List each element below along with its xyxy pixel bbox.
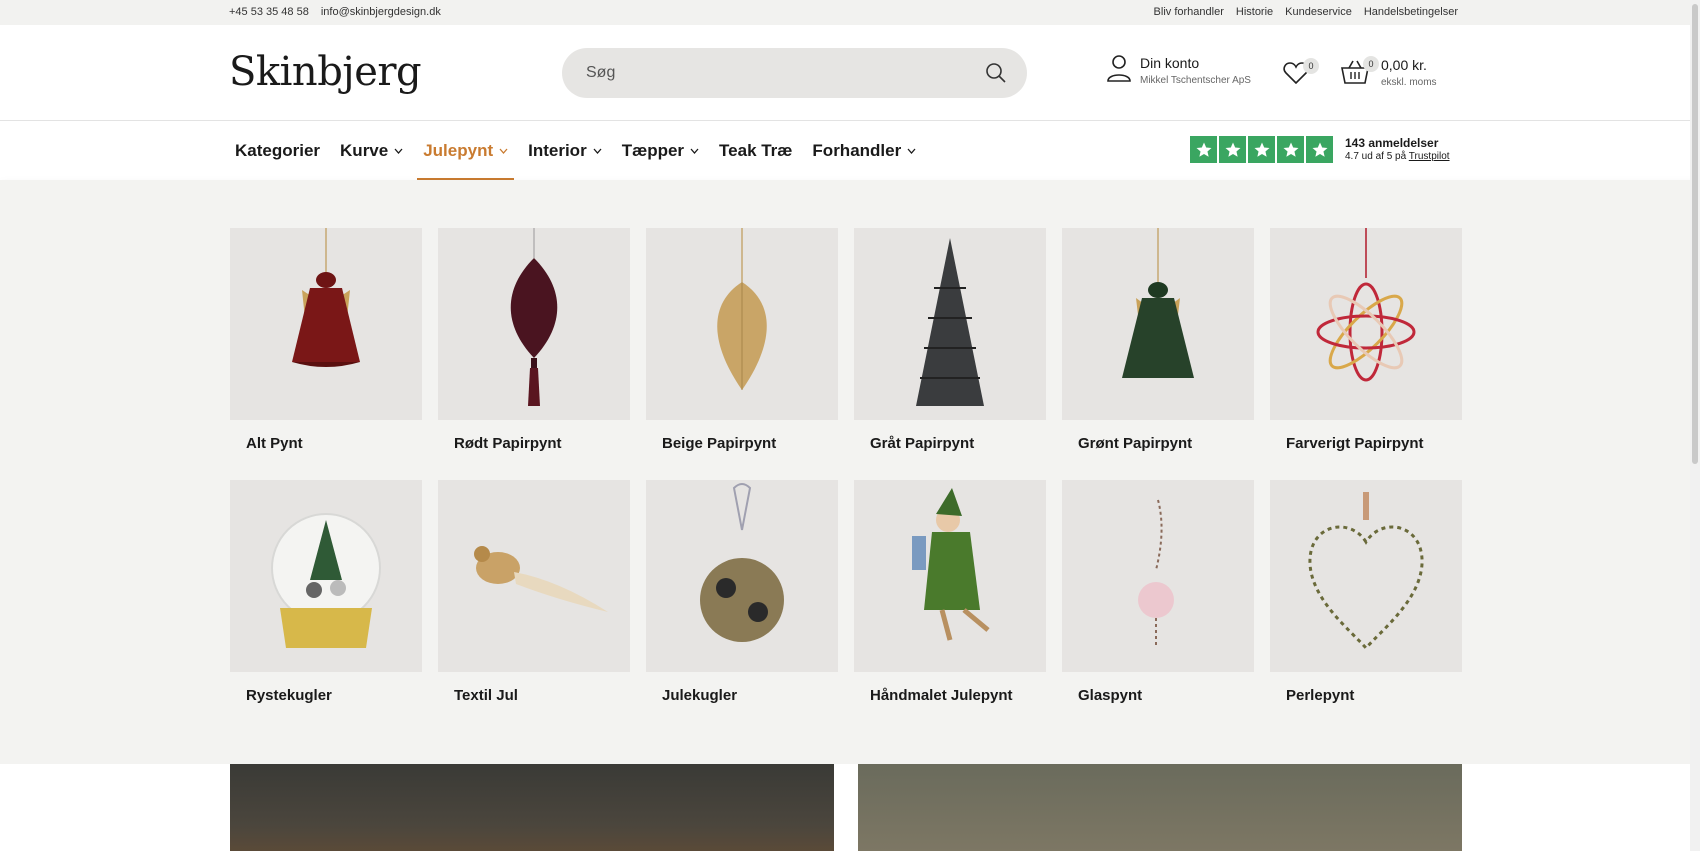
category-label: Beige Papirpynt (662, 435, 777, 452)
star-icon (1248, 136, 1275, 163)
snow-globe-icon (230, 480, 422, 672)
category-tile-farverigt-papirpynt[interactable]: Farverigt Papirpynt (1270, 228, 1462, 480)
category-label: Gråt Papirpynt (870, 435, 975, 452)
page-content-behind (0, 764, 1700, 851)
nav-label: Kurve (340, 140, 389, 160)
category-tile-haandmalet-julepynt[interactable]: Håndmalet Julepynt (854, 480, 1046, 732)
user-icon (1106, 54, 1132, 87)
email-link[interactable]: info@skinbjergdesign.dk (321, 6, 441, 18)
trustpilot-review-count: 143 anmeldelser (1345, 136, 1439, 150)
account-link[interactable]: Din konto Mikkel Tschentscher ApS (1106, 54, 1251, 94)
grey-paper-tree-icon (854, 228, 1046, 420)
julepynt-mega-menu: Alt Pynt Rødt Papirpynt Beige Papirpynt … (0, 180, 1700, 764)
cart-total: 0,00 kr. (1381, 57, 1427, 73)
trustpilot-link[interactable]: Trustpilot (1409, 151, 1450, 162)
category-tile-alt-pynt[interactable]: Alt Pynt (230, 228, 422, 480)
nav-item-forhandler[interactable]: Forhandler (806, 121, 922, 180)
nav-label: Kategorier (235, 140, 321, 160)
nav-item-kategorier[interactable]: Kategorier (229, 121, 326, 180)
category-tile-groent-papirpynt[interactable]: Grønt Papirpynt (1062, 228, 1254, 480)
nav-item-interior[interactable]: Interior (522, 121, 608, 180)
nav-item-taepper[interactable]: Tæpper (616, 121, 705, 180)
cart-button[interactable]: 0 0,00 kr. ekskl. moms (1341, 56, 1437, 92)
star-icon (1277, 136, 1304, 163)
link-historie[interactable]: Historie (1236, 6, 1273, 18)
trustpilot-rating-text: 4.7 ud af 5 på (1345, 151, 1407, 162)
site-header: Skinbjerg Din konto Mikkel Tschentscher … (0, 25, 1700, 121)
category-tile-roedt-papirpynt[interactable]: Rødt Papirpynt (438, 228, 630, 480)
category-tile-perlepynt[interactable]: Perlepynt (1270, 480, 1462, 732)
category-label: Glaspynt (1078, 687, 1143, 704)
account-name: Mikkel Tschentscher ApS (1140, 75, 1251, 86)
scrollbar-thumb[interactable] (1692, 4, 1698, 464)
search-input[interactable] (586, 48, 966, 98)
colorful-paper-flower-icon (1270, 228, 1462, 420)
nav-label: Interior (528, 140, 587, 160)
nav-label: Forhandler (812, 140, 902, 160)
painted-elf-figure-icon (854, 480, 1046, 672)
nav-item-teak-trae[interactable]: Teak Træ (713, 121, 798, 180)
green-angel-ornament-icon (1062, 228, 1254, 420)
link-kundeservice[interactable]: Kundeservice (1285, 6, 1352, 18)
category-tile-glaspynt[interactable]: Glaspynt (1062, 480, 1254, 732)
category-label: Rødt Papirpynt (454, 435, 562, 452)
red-angel-ornament-icon (230, 228, 422, 420)
category-tile-textil-jul[interactable]: Textil Jul (438, 480, 630, 732)
category-label: Alt Pynt (246, 435, 303, 452)
trustpilot-stars (1190, 136, 1333, 163)
beige-paper-drop-ornament-icon (646, 228, 838, 420)
chevron-down-icon (690, 148, 699, 154)
feather-bird-icon (438, 480, 630, 672)
chevron-down-icon (394, 148, 403, 154)
trustpilot-widget[interactable]: 143 anmeldelser 4.7 ud af 5 på Trustpilo… (1190, 136, 1450, 163)
search-bar (562, 48, 1027, 98)
phone-link[interactable]: +45 53 35 48 58 (229, 6, 309, 18)
category-tile-beige-papirpynt[interactable]: Beige Papirpynt (646, 228, 838, 480)
glass-drop-ornament-icon (1062, 480, 1254, 672)
site-logo[interactable]: Skinbjerg (229, 49, 422, 95)
star-icon (1219, 136, 1246, 163)
top-utility-bar: +45 53 35 48 58 info@skinbjergdesign.dk … (0, 0, 1700, 25)
cart-count-badge: 0 (1363, 56, 1379, 72)
chevron-down-icon (499, 148, 508, 154)
wishlist-button[interactable]: 0 (1283, 58, 1323, 88)
link-bliv-forhandler[interactable]: Bliv forhandler (1154, 6, 1224, 18)
search-icon[interactable] (985, 62, 1007, 84)
category-label: Perlepynt (1286, 687, 1355, 704)
category-tile-rystekugler[interactable]: Rystekugler (230, 480, 422, 732)
hero-image-textiles-baskets[interactable] (858, 764, 1462, 851)
category-label: Rystekugler (246, 687, 332, 704)
chevron-down-icon (907, 148, 916, 154)
main-navigation: Kategorier Kurve Julepynt Interior Tæppe… (0, 121, 1700, 180)
beaded-bauble-icon (646, 480, 838, 672)
category-label: Grønt Papirpynt (1078, 435, 1193, 452)
star-icon (1190, 136, 1217, 163)
red-paper-drop-ornament-icon (438, 228, 630, 420)
category-label: Håndmalet Julepynt (870, 687, 1013, 704)
nav-item-julepynt[interactable]: Julepynt (417, 121, 515, 180)
category-tile-julekugler[interactable]: Julekugler (646, 480, 838, 732)
chevron-down-icon (593, 148, 602, 154)
page-scrollbar[interactable] (1690, 0, 1700, 851)
trustpilot-rating: 4.7 ud af 5 på Trustpilot (1345, 150, 1450, 163)
star-icon (1306, 136, 1333, 163)
nav-label: Teak Træ (719, 140, 793, 160)
category-tile-graat-papirpynt[interactable]: Gråt Papirpynt (854, 228, 1046, 480)
category-label: Textil Jul (454, 687, 518, 704)
link-handelsbetingelser[interactable]: Handelsbetingelser (1364, 6, 1458, 18)
nav-label: Tæpper (621, 140, 685, 160)
category-label: Farverigt Papirpynt (1286, 435, 1424, 452)
hero-image-baskets-shelf[interactable] (230, 764, 834, 851)
nav-item-kurve[interactable]: Kurve (334, 121, 409, 180)
cart-vat-note: ekskl. moms (1381, 77, 1437, 88)
wishlist-count-badge: 0 (1303, 58, 1319, 74)
nav-label: Julepynt (423, 140, 494, 160)
bead-heart-icon (1270, 480, 1462, 672)
category-label: Julekugler (662, 687, 738, 704)
account-title: Din konto (1140, 55, 1200, 71)
